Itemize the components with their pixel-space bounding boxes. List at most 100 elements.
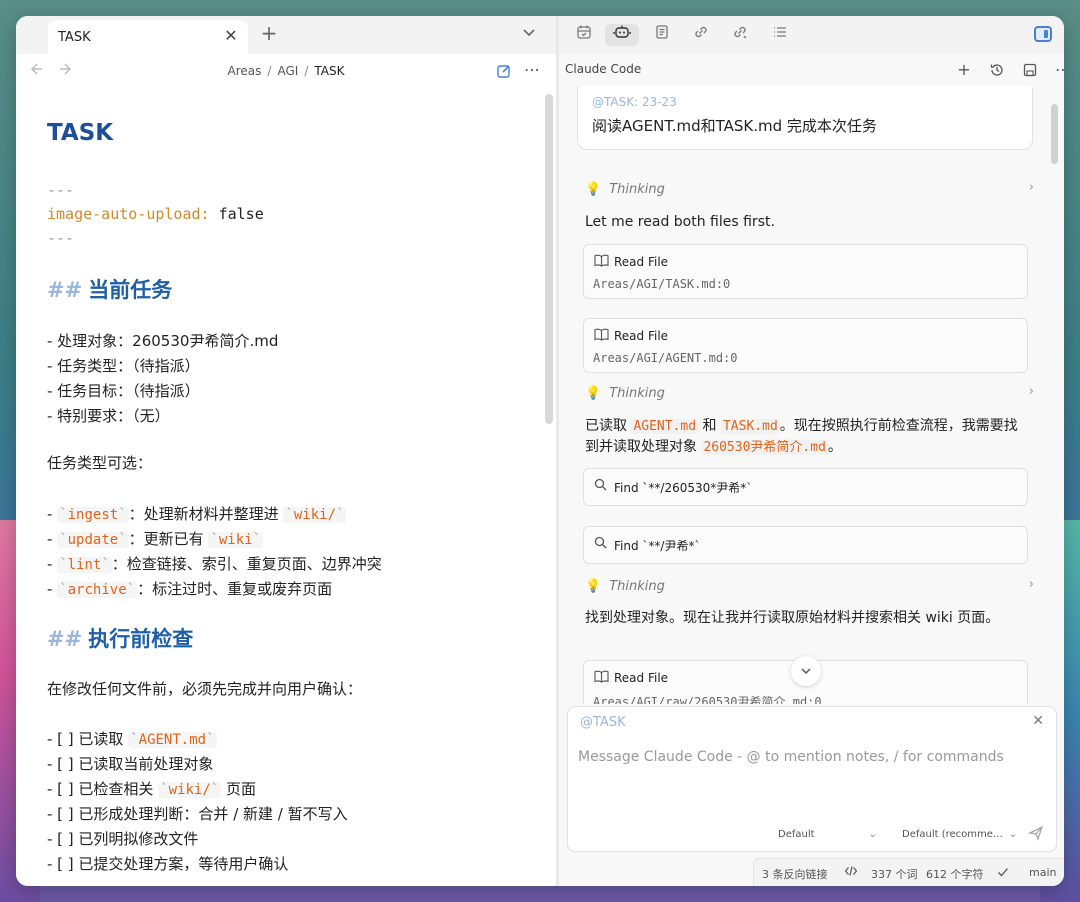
assistant-message: 已读取 AGENT.md 和 TASK.md 。现在按照执行前检查流程，我需要找到… bbox=[585, 418, 1018, 455]
tool-name: Find `**/260530*尹希*` bbox=[614, 481, 753, 495]
tool-name: Read File bbox=[614, 329, 669, 343]
paragraph: 任务类型可选： bbox=[47, 454, 153, 472]
inline-code: `update` bbox=[57, 532, 129, 548]
tool-call-find[interactable]: Find `**/尹希*` bbox=[583, 526, 1028, 564]
list-item: - 处理对象：260530尹希简介.md bbox=[47, 332, 279, 350]
outline-icon[interactable] bbox=[769, 24, 791, 46]
tool-call-read[interactable]: Read File Areas/AGI/AGENT.md:0 bbox=[583, 318, 1028, 373]
model-select[interactable]: Default ⌄ bbox=[778, 829, 877, 840]
document-view: TASK --- image-auto-upload: false --- ##… bbox=[16, 88, 544, 886]
book-icon bbox=[594, 328, 609, 345]
inline-code: `wiki/` bbox=[158, 782, 222, 798]
chevron-down-icon[interactable] bbox=[522, 25, 538, 41]
list-item: - 任务目标：（待指派） bbox=[47, 382, 200, 400]
chat-transcript: @TASK: 23-23 阅读AGENT.md和TASK.md 完成本次任务 💡… bbox=[559, 86, 1064, 704]
heading-hash: ## bbox=[47, 627, 83, 651]
code-icon[interactable] bbox=[844, 864, 858, 881]
new-chat-icon[interactable]: + bbox=[954, 60, 974, 79]
send-icon[interactable] bbox=[1027, 825, 1044, 845]
git-branch[interactable]: main bbox=[1029, 866, 1056, 879]
tool-name: Find `**/尹希*` bbox=[614, 539, 701, 553]
thinking-block[interactable]: 💡 Thinking bbox=[585, 386, 665, 401]
chat-header: Claude Code + ⋯ bbox=[559, 54, 1064, 86]
sidebar-toolbar bbox=[559, 16, 1064, 54]
inline-code: 260530尹希简介.md bbox=[701, 440, 828, 455]
book-icon bbox=[594, 670, 609, 687]
inline-code: AGENT.md bbox=[631, 419, 699, 434]
tool-call-read[interactable]: Read File Areas/AGI/TASK.md:0 bbox=[583, 244, 1028, 299]
tool-path: Areas/AGI/raw/260530尹希简介.md:0 bbox=[593, 695, 822, 704]
section-heading-precheck: ## 执行前检查 bbox=[47, 623, 193, 653]
breadcrumb-current[interactable]: TASK bbox=[314, 64, 344, 78]
user-message-text: 阅读AGENT.md和TASK.md 完成本次任务 bbox=[592, 117, 877, 135]
calendar-icon[interactable] bbox=[573, 24, 595, 46]
thinking-block[interactable]: 💡 Thinking bbox=[585, 182, 665, 197]
checklist-item: - [ ] 已形成处理判断：合并 / 新建 / 暂不写入 bbox=[47, 805, 348, 823]
mode-select[interactable]: Default (recomme… ⌄ bbox=[902, 829, 1017, 840]
close-icon[interactable]: ✕ bbox=[222, 27, 240, 45]
user-message: @TASK: 23-23 阅读AGENT.md和TASK.md 完成本次任务 bbox=[577, 86, 1033, 150]
frontmatter-dash: --- bbox=[47, 181, 75, 199]
tool-name: Read File bbox=[614, 255, 669, 269]
link-add-icon[interactable] bbox=[690, 24, 712, 46]
checklist-item: - [ ] 已检查相关 `wiki/` 页面 bbox=[47, 780, 257, 798]
new-tab-icon[interactable]: + bbox=[258, 22, 280, 44]
assistant-message: 找到处理对象。现在让我并行读取原始材料并搜索相关 wiki 页面。 bbox=[585, 610, 1000, 626]
more-options-icon[interactable]: ⋯ bbox=[524, 60, 540, 79]
heading-hash: ## bbox=[47, 278, 83, 302]
list-item: - `update` ：更新已有 `wiki` bbox=[47, 530, 264, 548]
thinking-block[interactable]: 💡 Thinking bbox=[585, 579, 665, 594]
frontmatter-value: false bbox=[218, 205, 264, 223]
bot-icon[interactable] bbox=[605, 24, 639, 46]
book-icon bbox=[594, 254, 609, 271]
heading-text: 执行前检查 bbox=[88, 627, 194, 651]
checklist-item: - [ ] 已读取 `AGENT.md` bbox=[47, 730, 217, 748]
breadcrumb-agi[interactable]: AGI bbox=[277, 64, 298, 78]
heading-text: 当前任务 bbox=[88, 278, 173, 302]
context-mention[interactable]: @TASK bbox=[580, 715, 626, 730]
lightbulb-icon: 💡 bbox=[585, 182, 602, 197]
chevron-right-icon[interactable]: › bbox=[1029, 384, 1034, 399]
checklist-item: - [ ] 已提交处理方案，等待用户确认 bbox=[47, 855, 289, 873]
link-out-icon[interactable] bbox=[729, 24, 751, 46]
chat-scrollbar[interactable] bbox=[1051, 104, 1058, 164]
paragraph: 在修改任何文件前，必须先完成并向用户确认： bbox=[47, 680, 363, 698]
section-heading-current-task: ## 当前任务 bbox=[47, 274, 172, 304]
scroll-down-button[interactable] bbox=[791, 656, 821, 686]
history-icon[interactable] bbox=[987, 62, 1007, 82]
inline-code: `ingest` bbox=[57, 507, 129, 523]
user-mention[interactable]: @TASK: 23-23 bbox=[592, 95, 677, 109]
nav-bar: Areas / AGI / TASK ⋯ bbox=[16, 54, 556, 88]
save-icon[interactable] bbox=[1020, 62, 1040, 82]
word-count: 337 个词 bbox=[871, 868, 918, 881]
lightbulb-icon: 💡 bbox=[585, 579, 602, 594]
message-composer: @TASK ✕ Default⌄ Default (recomme…⌄ bbox=[567, 706, 1057, 852]
edit-icon[interactable] bbox=[496, 63, 512, 79]
chevron-right-icon[interactable]: › bbox=[1029, 180, 1034, 195]
notes-icon[interactable] bbox=[651, 24, 673, 46]
close-icon[interactable]: ✕ bbox=[1032, 713, 1044, 729]
breadcrumb-areas[interactable]: Areas bbox=[228, 64, 262, 78]
tool-path: Areas/AGI/TASK.md:0 bbox=[593, 277, 731, 291]
list-item: - 特别要求：（无） bbox=[47, 407, 170, 425]
search-icon bbox=[594, 536, 607, 553]
more-options-icon[interactable]: ⋯ bbox=[1053, 60, 1064, 79]
search-icon bbox=[594, 478, 607, 495]
backlinks-count[interactable]: 3 条反向链接 bbox=[762, 866, 828, 882]
frontmatter-key: image-auto-upload: bbox=[47, 205, 210, 223]
tool-call-find[interactable]: Find `**/260530*尹希*` bbox=[583, 468, 1028, 506]
inline-code: `wiki/` bbox=[283, 507, 347, 523]
tool-path: Areas/AGI/AGENT.md:0 bbox=[593, 351, 738, 365]
inline-code: `archive` bbox=[57, 582, 138, 598]
chat-title: Claude Code bbox=[565, 62, 642, 76]
editor-scrollbar[interactable] bbox=[545, 94, 553, 424]
frontmatter-open: --- bbox=[47, 181, 74, 199]
chevron-right-icon[interactable]: › bbox=[1029, 577, 1034, 592]
lightbulb-icon: 💡 bbox=[585, 386, 602, 401]
breadcrumb-separator: / bbox=[304, 64, 309, 78]
inline-code: `lint` bbox=[57, 557, 112, 573]
tab-task[interactable]: TASK ✕ bbox=[48, 20, 248, 54]
message-input[interactable] bbox=[578, 749, 1038, 765]
sidebar-toggle-icon[interactable] bbox=[1034, 26, 1052, 42]
inline-code: `AGENT.md` bbox=[128, 732, 217, 748]
